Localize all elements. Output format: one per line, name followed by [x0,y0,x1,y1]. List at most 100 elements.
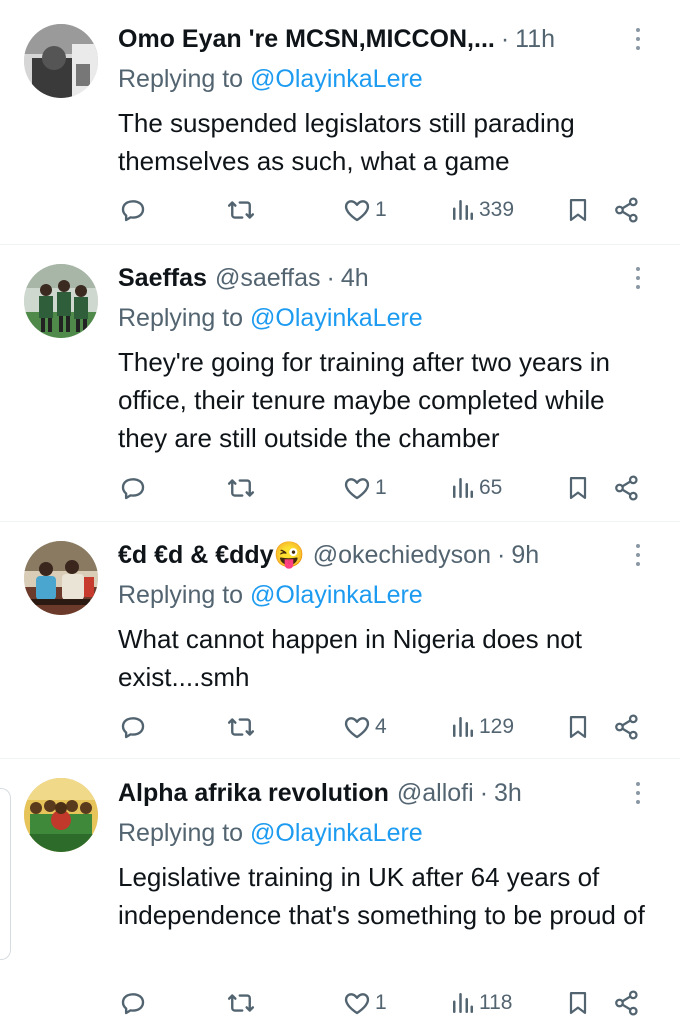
like-count: 1 [375,476,387,499]
retweet-button[interactable] [226,471,256,505]
retweet-button[interactable] [226,193,256,227]
replying-to: Replying to @OlayinkaLere [118,61,423,97]
more-dots-icon[interactable] [628,260,648,296]
display-name[interactable]: Saeffas [118,260,207,296]
display-name[interactable]: Alpha afrika revolution [118,775,389,811]
mention-link[interactable]: @OlayinkaLere [250,581,423,609]
action-bar: 4 129 [118,710,648,744]
bookmark-icon [569,991,587,1015]
replying-to: Replying to @OlayinkaLere [118,577,423,613]
view-count: 65 [479,476,503,499]
mention-link[interactable]: @OlayinkaLere [250,819,423,847]
tweet-header: Saeffas @saeffas · 4h [118,260,610,296]
action-bar: 1 118 [118,986,648,1020]
like-count: 1 [375,991,387,1014]
user-handle[interactable]: @okechiedyson [313,537,491,573]
views-icon [453,717,473,737]
avatar[interactable] [24,24,98,98]
replying-label: Replying to [118,304,251,332]
bookmark-button[interactable] [564,193,592,227]
retweet-icon [227,718,255,736]
views-icon [453,200,473,220]
tweet-card[interactable]: €d €d & €ddy😜 @okechiedyson · 9h Replyin… [0,522,680,758]
retweet-button[interactable] [226,986,256,1020]
like-count: 1 [375,198,387,221]
reply-icon [121,993,145,1015]
display-name[interactable]: Omo Eyan 're MCSN,MICCON,... [118,21,495,57]
tweet-card[interactable]: Saeffas @saeffas · 4h Replying to @Olayi… [0,245,680,521]
tweet-text: They're going for training after two yea… [118,347,610,453]
share-icon [615,475,638,501]
avatar[interactable] [24,264,98,338]
heart-icon [344,200,370,222]
edge-handle[interactable] [0,788,11,960]
reply-icon [121,478,145,500]
bookmark-icon [569,715,587,739]
like-button[interactable]: 1 [342,471,387,505]
timestamp[interactable]: 3h [494,775,522,811]
views-icon [453,993,473,1013]
replying-label: Replying to [118,581,251,609]
reply-button[interactable] [118,193,148,227]
share-icon [615,990,638,1016]
tweet-text: Legislative training in UK after 64 year… [118,862,645,930]
share-button[interactable] [612,193,642,227]
tweet-header: €d €d & €ddy😜 @okechiedyson · 9h [118,537,610,573]
views-icon [453,478,473,498]
views-button[interactable]: 118 [450,986,512,1020]
share-button[interactable] [612,986,642,1020]
replying-to: Replying to @OlayinkaLere [118,300,423,336]
share-icon [615,197,638,223]
heart-icon [344,717,370,739]
view-count: 339 [479,198,515,221]
display-name[interactable]: €d €d & €ddy😜 [118,537,305,573]
reply-button[interactable] [118,471,148,505]
avatar[interactable] [24,541,98,615]
tweet-text: The suspended legislators still parading… [118,108,575,176]
retweet-icon [227,201,255,219]
bookmark-icon [569,476,587,500]
bookmark-button[interactable] [564,471,592,505]
tweet-card[interactable]: Omo Eyan 're MCSN,MICCON,... · 11h Reply… [0,0,680,244]
mention-link[interactable]: @OlayinkaLere [250,304,423,332]
heart-icon [344,993,370,1015]
views-button[interactable]: 129 [450,710,514,744]
user-handle[interactable]: @saeffas [215,260,321,296]
avatar[interactable] [24,778,98,852]
bookmark-button[interactable] [564,710,592,744]
views-button[interactable]: 339 [450,193,514,227]
more-dots-icon[interactable] [628,537,648,573]
like-count: 4 [375,715,387,738]
view-count: 118 [479,991,513,1014]
views-button[interactable]: 65 [450,471,502,505]
timestamp[interactable]: 4h [341,260,369,296]
reply-icon [121,200,145,222]
tweet-card[interactable]: Alpha afrika revolution @allofi · 3h Rep… [0,759,680,1024]
more-dots-icon[interactable] [628,775,648,811]
reply-button[interactable] [118,986,148,1020]
replying-label: Replying to [118,819,251,847]
view-count: 129 [479,715,515,738]
tweet-header: Omo Eyan 're MCSN,MICCON,... · 11h [118,21,610,57]
mention-link[interactable]: @OlayinkaLere [250,65,423,93]
retweet-button[interactable] [226,710,256,744]
action-bar: 1 65 [118,471,648,505]
user-handle[interactable]: @allofi [397,775,474,811]
share-icon [615,714,638,740]
tweet-text: What cannot happen in Nigeria does not e… [118,624,582,692]
replying-to: Replying to @OlayinkaLere [118,815,423,851]
like-button[interactable]: 1 [342,986,387,1020]
share-button[interactable] [612,710,642,744]
bookmark-button[interactable] [564,986,592,1020]
like-button[interactable]: 4 [342,710,387,744]
share-button[interactable] [612,471,642,505]
timestamp[interactable]: 11h [515,21,555,57]
heart-icon [344,478,370,500]
timestamp[interactable]: 9h [511,537,539,573]
reply-button[interactable] [118,710,148,744]
more-dots-icon[interactable] [628,21,648,57]
bookmark-icon [569,198,587,222]
separator-dot: · [479,779,489,807]
like-button[interactable]: 1 [342,193,387,227]
replying-label: Replying to [118,65,251,93]
